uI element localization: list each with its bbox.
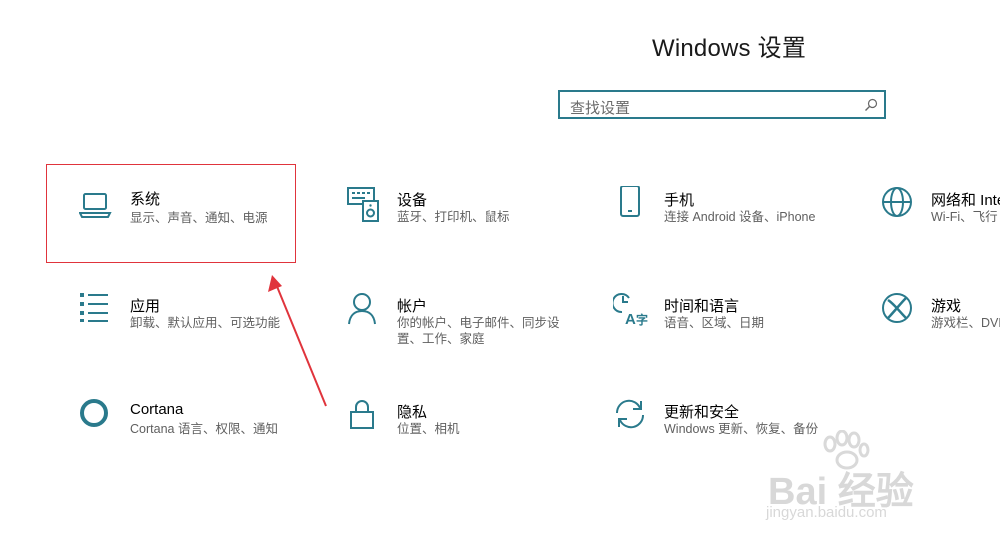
- tile-name: 设备: [397, 192, 428, 209]
- search-placeholder: 查找设置: [570, 100, 631, 117]
- tile-name: 游戏: [931, 298, 962, 315]
- tile-network[interactable]: 网络和 Inte Wi-Fi、飞行: [880, 186, 1000, 266]
- tile-desc: Wi-Fi、飞行: [931, 210, 998, 224]
- svg-text:字: 字: [636, 312, 648, 327]
- keyboard-speaker-icon: [347, 187, 379, 222]
- tile-name: 隐私: [397, 404, 428, 421]
- tile-devices[interactable]: 设备 蓝牙、打印机、鼠标: [346, 186, 586, 266]
- sync-icon: [615, 399, 645, 429]
- tile-accounts[interactable]: 帐户 你的帐户、电子邮件、同步设置、工作、家庭: [346, 292, 586, 372]
- watermark-url: jingyan.baidu.com: [766, 504, 887, 521]
- tile-name: 手机: [664, 192, 695, 209]
- tile-gaming[interactable]: 游戏 游戏栏、DVR: [880, 292, 1000, 372]
- globe-icon: [882, 187, 912, 217]
- tile-name: Cortana: [130, 401, 184, 418]
- tile-name: 帐户: [397, 298, 428, 315]
- cortana-icon: [80, 399, 108, 427]
- annotation-arrow: [268, 275, 327, 407]
- highlight-box: [46, 164, 296, 263]
- tile-desc: 位置、相机: [397, 422, 460, 436]
- apps-list-icon: [80, 293, 108, 322]
- tile-name: 时间和语言: [664, 298, 740, 315]
- svg-text:A: A: [625, 311, 636, 328]
- tile-phone[interactable]: 手机 连接 Android 设备、iPhone: [613, 186, 853, 266]
- tile-name: 更新和安全: [664, 404, 740, 421]
- tile-desc: Cortana 语言、权限、通知: [130, 422, 278, 436]
- search-input[interactable]: 查找设置: [558, 90, 886, 119]
- baidu-watermark: Bai 经验 jingyan.baidu.com: [760, 430, 960, 530]
- tile-name: 网络和 Inte: [931, 192, 1000, 209]
- lock-icon: [350, 400, 374, 429]
- page-title: Windows 设置: [652, 35, 807, 62]
- person-icon: [348, 293, 376, 325]
- tile-desc: 游戏栏、DVR: [931, 316, 1000, 330]
- phone-icon: [620, 186, 640, 217]
- tile-desc: 你的帐户、电子邮件、同步设置、工作、家庭: [397, 316, 560, 346]
- search-icon[interactable]: [864, 98, 878, 112]
- time-language-icon: A 字: [613, 293, 648, 328]
- tile-desc: 语音、区域、日期: [664, 316, 765, 330]
- tile-name: 应用: [130, 298, 161, 315]
- xbox-icon: [882, 293, 912, 323]
- tile-desc: 蓝牙、打印机、鼠标: [397, 210, 510, 224]
- tile-desc: 连接 Android 设备、iPhone: [664, 210, 816, 224]
- tile-privacy[interactable]: 隐私 位置、相机: [346, 398, 586, 478]
- tile-time-language[interactable]: A 字 时间和语言 语音、区域、日期: [613, 292, 853, 372]
